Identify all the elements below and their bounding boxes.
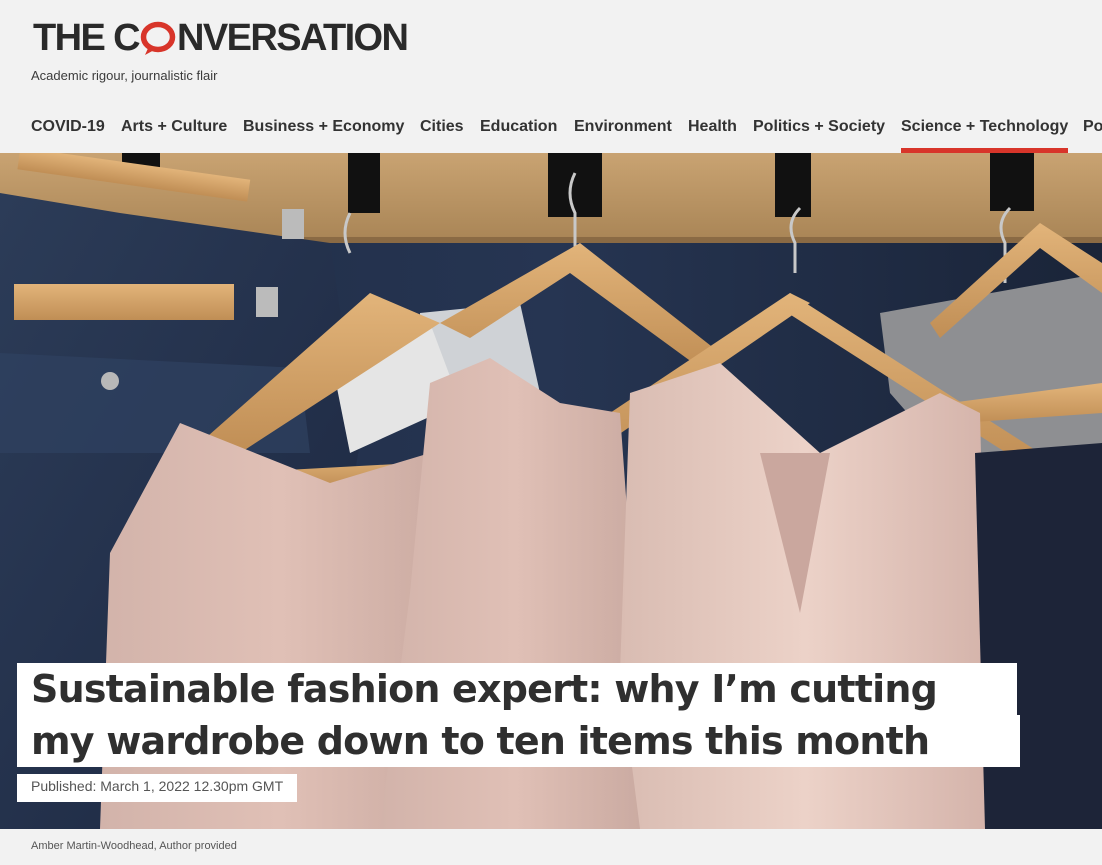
site-header: THE C NVERSATION Academic rigour, journa… [0,0,1102,153]
nav-item-covid-19[interactable]: COVID-19 [31,118,105,153]
section-nav: COVID-19 Arts + Culture Business + Econo… [0,108,1102,153]
nav-item-business-economy[interactable]: Business + Economy [243,118,404,153]
image-credit: Amber Martin-Woodhead, Author provided [31,840,237,852]
site-logo[interactable]: THE C NVERSATION [33,17,409,59]
published-date: Published: March 1, 2022 12.30pm GMT [17,774,298,802]
nav-item-arts-culture[interactable]: Arts + Culture [121,118,227,153]
nav-item-health[interactable]: Health [688,118,737,153]
nav-item-cities[interactable]: Cities [420,118,464,153]
headline-line-1: Sustainable fashion expert: why I’m cutt… [17,663,1017,715]
nav-item-science-technology[interactable]: Science + Technology [901,118,1069,153]
headline-line-2: my wardrobe down to ten items this month [17,715,1020,767]
site-tagline: Academic rigour, journalistic flair [31,68,218,83]
nav-item-education[interactable]: Education [480,118,557,153]
logo-text-start: THE C [33,17,141,59]
nav-item-politics-society[interactable]: Politics + Society [753,118,885,153]
speech-bubble-icon [140,19,176,59]
nav-item-politics-truncated[interactable]: Po [1083,118,1102,153]
nav-item-environment[interactable]: Environment [574,118,672,153]
article-headline: Sustainable fashion expert: why I’m cutt… [17,663,1020,767]
logo-text-end: NVERSATION [177,17,409,59]
